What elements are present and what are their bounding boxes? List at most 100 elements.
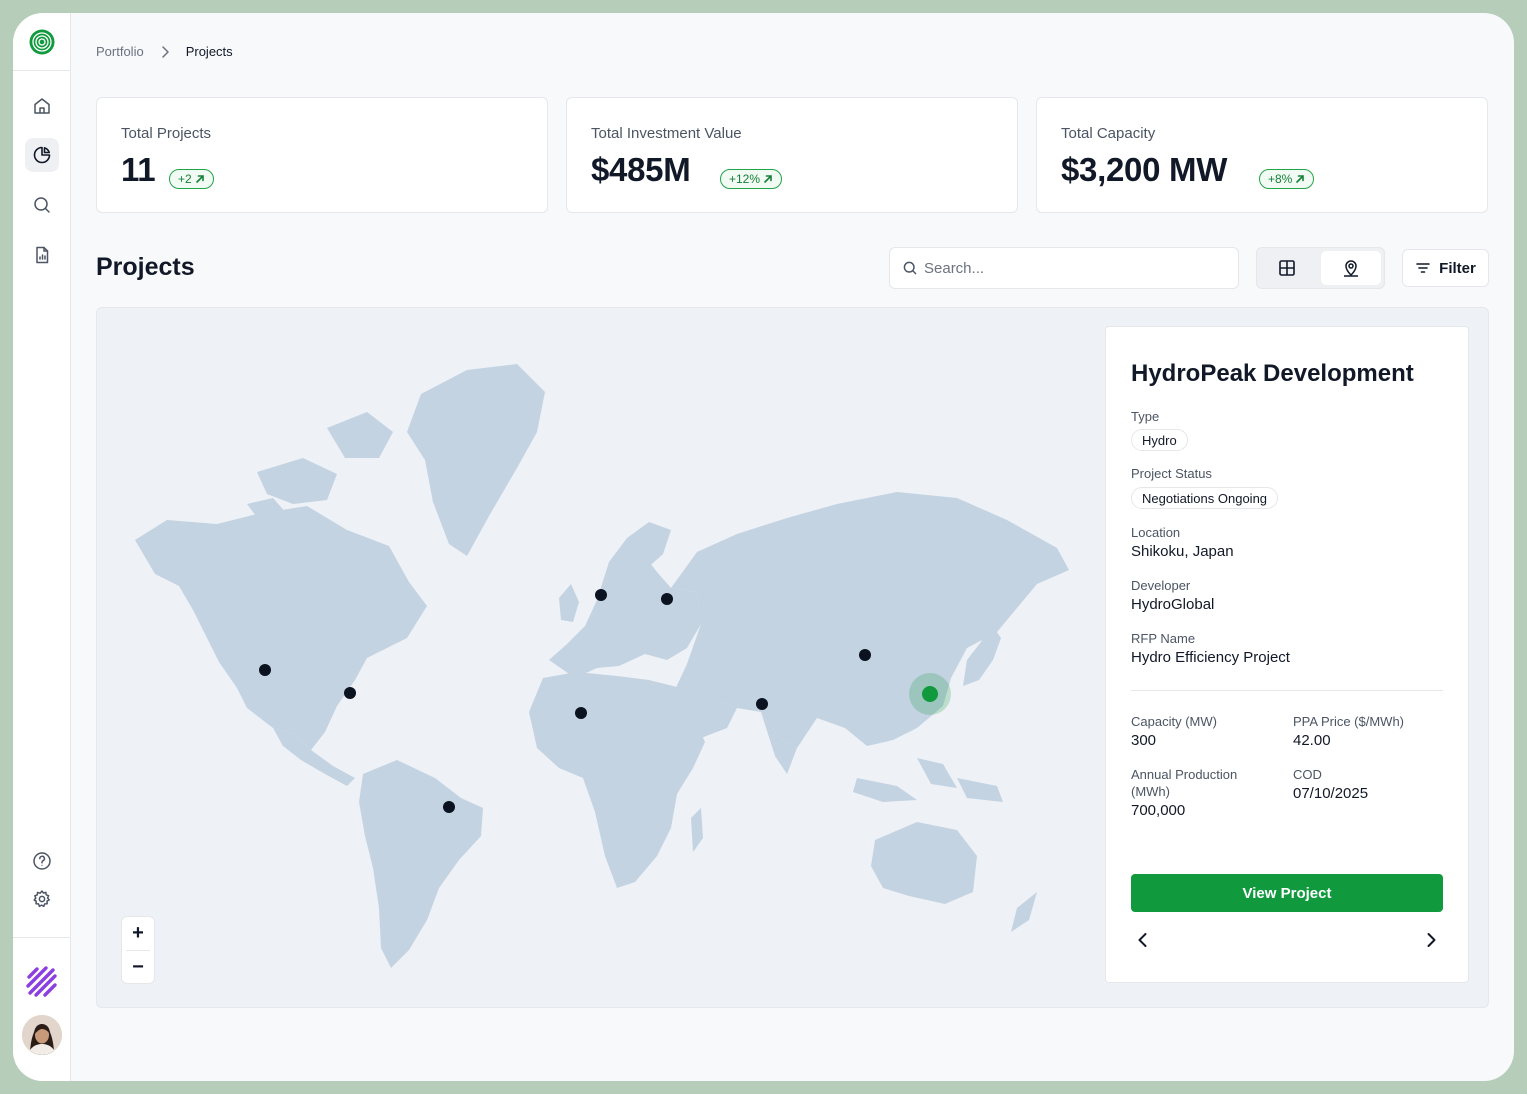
arrow-up-right-icon	[195, 175, 204, 183]
status-label: Project Status	[1131, 466, 1212, 481]
madagascar-landmass	[691, 808, 703, 852]
search-box[interactable]	[889, 247, 1239, 289]
chevron-left-icon[interactable]	[1133, 930, 1153, 950]
project-marker[interactable]	[859, 649, 871, 661]
greenland-landmass	[407, 364, 545, 556]
report-icon	[36, 246, 49, 264]
type-label: Type	[1131, 409, 1160, 424]
filter-label: Filter	[1439, 259, 1476, 277]
stat-change-badge: +12%	[720, 169, 783, 189]
map-panel[interactable]: + − HydroPeak Development Type Hydro Pro…	[96, 307, 1489, 1008]
breadcrumb-portfolio[interactable]: Portfolio	[96, 44, 144, 59]
workspace-logo-icon[interactable]	[23, 963, 61, 1001]
help-icon	[33, 852, 51, 870]
breadcrumb-projects: Projects	[185, 44, 233, 59]
project-detail-card: HydroPeak Development Type Hydro Project…	[1105, 326, 1469, 983]
stat-label: Total Investment Value	[591, 125, 742, 142]
chevron-right-icon[interactable]	[1421, 930, 1441, 950]
project-marker[interactable]	[575, 707, 587, 719]
stat-card-total-projects: Total Projects 11 +2	[96, 97, 548, 213]
africa-landmass	[529, 672, 705, 888]
type-pill: Hydro	[1131, 429, 1188, 451]
map-pin-icon	[1343, 260, 1358, 277]
stat-change-text: +2	[178, 172, 192, 186]
stat-card-investment: Total Investment Value $485M +12%	[566, 97, 1018, 213]
south-america-landmass	[359, 760, 483, 968]
north-america-landmass	[135, 506, 427, 750]
detail-divider	[1131, 690, 1443, 691]
stat-card-capacity: Total Capacity $3,200 MW +8%	[1036, 97, 1488, 213]
project-marker[interactable]	[259, 664, 271, 676]
app-logo-icon[interactable]	[29, 29, 55, 55]
stat-change-text: +12%	[729, 172, 761, 186]
zoom-out-button[interactable]: −	[122, 951, 154, 984]
project-marker[interactable]	[443, 801, 455, 813]
grid-view-button[interactable]	[1257, 248, 1318, 288]
view-toggle	[1256, 247, 1385, 289]
filter-icon	[1416, 263, 1430, 273]
project-marker[interactable]	[344, 687, 356, 699]
nav-search[interactable]	[25, 188, 59, 222]
stat-value: $485M	[591, 151, 691, 188]
developer-value: HydroGlobal	[1131, 596, 1215, 613]
capacity-label: Capacity (MW)	[1131, 714, 1217, 729]
gear-icon	[33, 890, 50, 908]
new-zealand-landmass	[1011, 892, 1037, 932]
production-label: Annual Production	[1131, 767, 1238, 782]
stat-label: Total Projects	[121, 125, 212, 142]
nav-settings[interactable]	[25, 882, 59, 916]
canadian-arctic-islands	[247, 412, 393, 520]
nav-analytics[interactable]	[25, 138, 59, 172]
continents	[135, 364, 1069, 968]
arrow-up-right-icon	[764, 175, 772, 183]
ppa-value: 42.00	[1293, 732, 1331, 749]
location-value: Shikoku, Japan	[1131, 543, 1234, 560]
stat-label: Total Capacity	[1061, 125, 1156, 142]
grid-icon	[1279, 260, 1296, 276]
view-project-button[interactable]: View Project	[1131, 874, 1443, 912]
developer-label: Developer	[1131, 578, 1191, 593]
stat-value: 11	[121, 151, 156, 188]
rfp-label: RFP Name	[1131, 631, 1196, 646]
project-marker[interactable]	[661, 593, 673, 605]
production-unit-label: (MWh)	[1131, 784, 1170, 799]
location-label: Location	[1131, 525, 1181, 540]
selected-project-marker[interactable]	[922, 686, 938, 702]
sidebar	[13, 13, 71, 1081]
uk-landmass	[559, 584, 579, 622]
search-icon	[34, 197, 50, 213]
stat-value: $3,200 MW	[1061, 151, 1228, 188]
nav-home[interactable]	[25, 89, 59, 123]
chevron-right-icon	[161, 45, 169, 58]
cod-label: COD	[1293, 767, 1322, 782]
avatar-image	[22, 1015, 62, 1055]
ppa-label: PPA Price ($/MWh)	[1293, 714, 1405, 729]
southeast-asia-islands	[853, 758, 1003, 802]
cod-value: 07/10/2025	[1293, 785, 1369, 802]
arrow-up-right-icon	[1296, 175, 1305, 183]
australia-landmass	[871, 822, 977, 904]
search-input[interactable]	[924, 259, 1224, 277]
zoom-control: + −	[121, 916, 155, 984]
user-avatar[interactable]	[22, 1015, 62, 1055]
nav-help[interactable]	[25, 844, 59, 878]
search-icon	[903, 261, 917, 275]
home-icon	[34, 98, 50, 114]
app-window: Portfolio Projects Total Projects 11 +2 …	[13, 13, 1514, 1081]
project-marker[interactable]	[756, 698, 768, 710]
filter-button[interactable]: Filter	[1402, 249, 1489, 287]
stat-change-badge: +2	[169, 169, 214, 189]
breadcrumb: Portfolio Projects	[96, 44, 233, 59]
nav-reports[interactable]	[25, 238, 59, 272]
rfp-value: Hydro Efficiency Project	[1131, 649, 1290, 666]
sidebar-divider	[13, 70, 71, 71]
map-view-button[interactable]	[1320, 251, 1381, 285]
sidebar-divider	[13, 937, 71, 938]
production-value: 700,000	[1131, 802, 1186, 819]
capacity-value: 300	[1131, 732, 1157, 749]
project-marker[interactable]	[595, 589, 607, 601]
page-title: Projects	[96, 253, 195, 281]
stat-change-badge: +8%	[1259, 169, 1315, 189]
zoom-in-button[interactable]: +	[122, 917, 154, 950]
stat-change-text: +8%	[1268, 172, 1293, 186]
